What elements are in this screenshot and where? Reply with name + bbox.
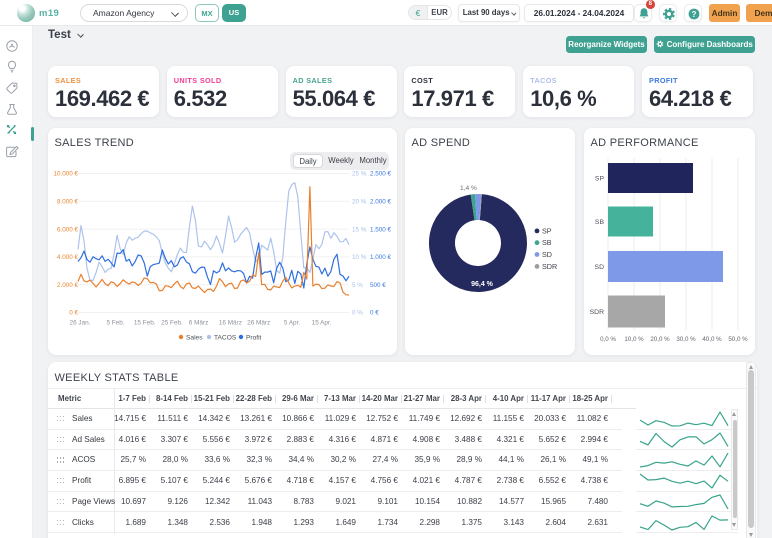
svg-text:4.000 €: 4.000 €: [57, 254, 79, 261]
svg-text:8.000 €: 8.000 €: [57, 199, 79, 206]
svg-text:SD: SD: [595, 264, 605, 271]
svg-text:SP: SP: [542, 226, 552, 235]
svg-text:10,0 %: 10,0 %: [624, 336, 644, 343]
svg-text:5 Apr.: 5 Apr.: [284, 320, 301, 327]
svg-text:6 März: 6 März: [189, 320, 209, 327]
svg-text:5 Feb.: 5 Feb.: [106, 320, 124, 327]
svg-text:20 %: 20 %: [352, 199, 367, 206]
svg-text:SB: SB: [542, 238, 552, 247]
svg-text:0 €: 0 €: [69, 310, 78, 317]
svg-text:26 März: 26 März: [247, 320, 270, 327]
svg-text:TACOS: TACOS: [214, 335, 237, 342]
svg-text:SP: SP: [595, 175, 605, 182]
svg-text:0 €: 0 €: [370, 310, 379, 317]
svg-text:0 %: 0 %: [352, 310, 363, 317]
svg-text:1.000 €: 1.000 €: [370, 254, 392, 261]
svg-text:Sales: Sales: [186, 335, 203, 342]
svg-text:Profit: Profit: [246, 335, 262, 342]
svg-text:40,0 %: 40,0 %: [702, 336, 722, 343]
svg-text:15 %: 15 %: [352, 226, 367, 233]
svg-text:50,0 %: 50,0 %: [728, 336, 748, 343]
svg-text:1.500 €: 1.500 €: [370, 226, 392, 233]
svg-text:SD: SD: [542, 250, 552, 259]
svg-text:20,0 %: 20,0 %: [650, 336, 670, 343]
svg-text:SDR: SDR: [542, 262, 557, 271]
svg-text:SDR: SDR: [590, 309, 604, 316]
svg-text:2.000 €: 2.000 €: [370, 199, 392, 206]
svg-text:2.500 €: 2.500 €: [370, 171, 392, 178]
svg-text:SB: SB: [595, 219, 605, 226]
svg-text:10 %: 10 %: [352, 254, 367, 261]
svg-text:6.000 €: 6.000 €: [57, 226, 79, 233]
svg-text:15 Feb.: 15 Feb.: [134, 320, 156, 327]
svg-text:10.000 €: 10.000 €: [53, 171, 78, 178]
svg-text:16 März: 16 März: [219, 320, 242, 327]
svg-text:25 Feb.: 25 Feb.: [161, 320, 183, 327]
svg-text:30,0 %: 30,0 %: [676, 336, 696, 343]
svg-text:500 €: 500 €: [370, 282, 386, 289]
svg-text:5 %: 5 %: [352, 282, 363, 289]
svg-text:15 Apr.: 15 Apr.: [312, 320, 332, 327]
svg-text:?: ?: [691, 9, 696, 18]
svg-text:26 Jan.: 26 Jan.: [70, 320, 91, 327]
svg-text:0,0 %: 0,0 %: [600, 336, 616, 343]
svg-text:2.000 €: 2.000 €: [57, 282, 79, 289]
svg-text:1,4 %: 1,4 %: [460, 185, 477, 192]
svg-text:25 %: 25 %: [352, 171, 367, 178]
svg-text:96,4 %: 96,4 %: [471, 281, 494, 288]
